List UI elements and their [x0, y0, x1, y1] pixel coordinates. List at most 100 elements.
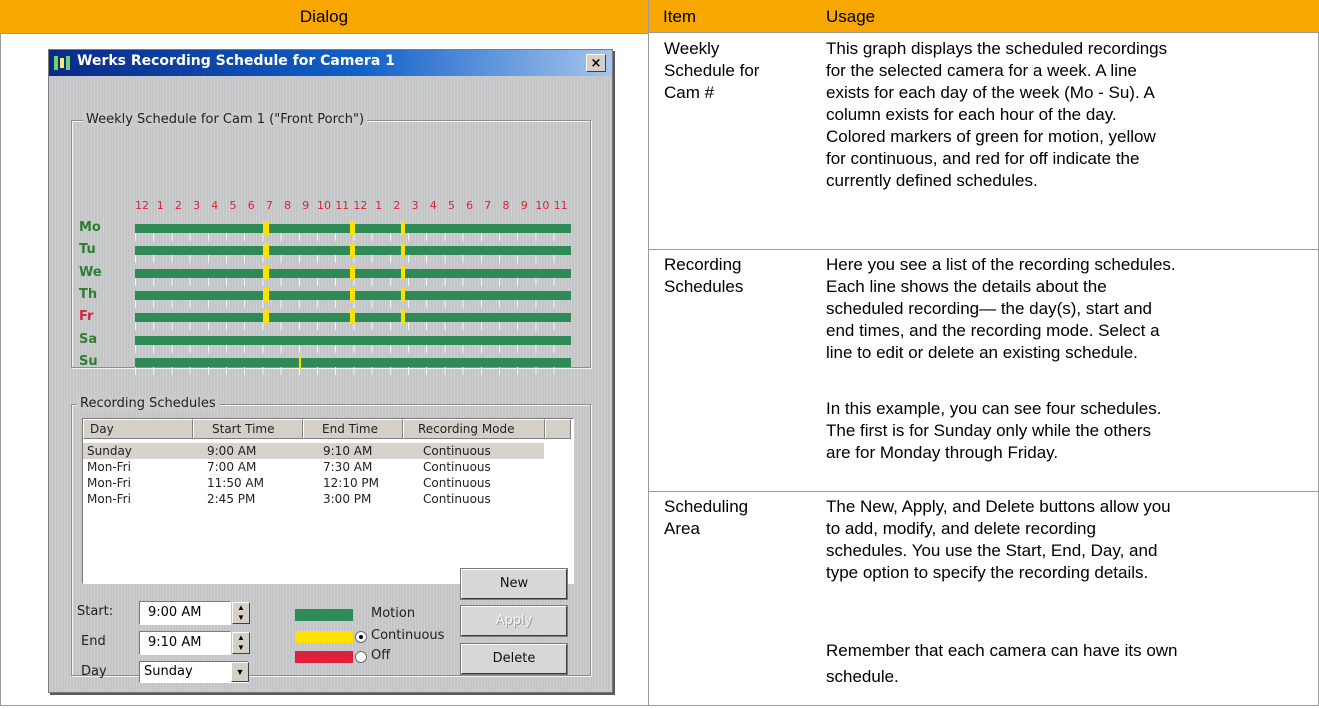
hour-label: 9: [302, 199, 310, 212]
usage-recording-example: In this example, you can see four schedu…: [826, 399, 1162, 462]
hour-label: 10: [317, 199, 331, 212]
continuous-marker: [401, 265, 405, 280]
column-end-time[interactable]: End Time: [303, 419, 403, 439]
continuous-marker: [350, 243, 355, 258]
start-time-field[interactable]: 9:00 AM: [139, 601, 231, 625]
cell-mode: Continuous: [423, 444, 491, 458]
end-label: End: [81, 634, 106, 649]
day-label-th: Th: [79, 286, 98, 302]
end-spin-icon[interactable]: ▲ ▼: [232, 632, 250, 654]
cell-end: 12:10 PM: [323, 476, 379, 490]
table-row[interactable]: Mon-Fri 11:50 AM 12:10 PM Continuous: [83, 475, 544, 491]
off-label: Off: [371, 648, 391, 663]
continuous-marker: [350, 287, 355, 302]
delete-button[interactable]: Delete: [461, 644, 567, 674]
day-label-mo: Mo: [79, 220, 101, 235]
hour-label: 3: [411, 199, 419, 212]
hour-label: 11: [553, 199, 568, 212]
weekly-schedule-group: [71, 120, 591, 368]
hour-label: 3: [193, 199, 201, 212]
usage-recording-schedules: Here you see a list of the recording sch…: [826, 255, 1176, 362]
usage-scheduling-area: The New, Apply, and Delete buttons allow…: [826, 497, 1171, 582]
hour-grid: [135, 366, 571, 375]
cell-mode: Continuous: [423, 492, 491, 506]
column-day[interactable]: Day: [83, 419, 193, 439]
schedule-bar-su[interactable]: [135, 357, 571, 367]
cell-start: 9:00 AM: [207, 444, 257, 458]
motion-label: Motion: [371, 606, 416, 621]
cell-mode: Continuous: [423, 460, 491, 474]
header-dialog: Dialog: [0, 0, 648, 34]
continuous-marker: [401, 221, 405, 235]
continuous-swatch: [295, 631, 353, 643]
cell-end: 3:00 PM: [323, 492, 372, 506]
hour-label: 7: [265, 199, 273, 212]
cell-day: Mon-Fri: [87, 476, 131, 490]
hour-grid: [135, 344, 571, 353]
column-start-time[interactable]: Start Time: [193, 419, 303, 439]
continuous-marker: [401, 287, 405, 302]
cell-start: 2:45 PM: [207, 492, 256, 506]
day-label: Day: [81, 664, 107, 679]
off-radio[interactable]: [355, 651, 367, 663]
cell-day: Sunday: [87, 444, 132, 458]
close-icon[interactable]: ×: [586, 54, 606, 72]
camera-app-icon: [53, 54, 71, 72]
day-label-we: We: [79, 264, 102, 280]
continuous-marker: [350, 310, 355, 325]
usage-scheduling-remember: Remember that each camera can have its o…: [826, 641, 1178, 686]
cell-day: Mon-Fri: [87, 460, 131, 474]
continuous-marker: [299, 354, 301, 369]
end-time-field[interactable]: 9:10 AM: [139, 631, 231, 655]
start-label: Start:: [77, 604, 114, 619]
continuous-marker: [263, 221, 269, 235]
hour-label: 4: [429, 199, 437, 212]
hour-label: 4: [211, 199, 219, 212]
row-divider: [649, 491, 1319, 492]
day-label-fr: Fr: [79, 309, 94, 325]
item-weekly-schedule: Weekly Schedule for Cam #: [664, 39, 760, 102]
continuous-marker: [350, 265, 355, 280]
table-divider: [648, 0, 649, 706]
table-row[interactable]: Mon-Fri 2:45 PM 3:00 PM Continuous: [83, 491, 544, 507]
cell-start: 7:00 AM: [207, 460, 257, 474]
hour-label: 1: [375, 199, 383, 212]
header-item: Item: [649, 0, 812, 33]
table-row[interactable]: Sunday 9:00 AM 9:10 AM Continuous: [83, 443, 544, 459]
title-bar[interactable]: Werks Recording Schedule for Camera 1 ×: [49, 50, 612, 76]
hour-label: 10: [535, 199, 550, 212]
header-usage: Usage: [812, 0, 1319, 33]
apply-button[interactable]: Apply: [461, 606, 567, 636]
cell-day: Mon-Fri: [87, 492, 131, 506]
continuous-radio[interactable]: [355, 631, 367, 643]
continuous-marker: [263, 243, 269, 258]
row-divider: [649, 249, 1319, 250]
continuous-marker: [401, 310, 405, 325]
hour-label: 7: [484, 199, 492, 212]
recording-schedules-label: Recording Schedules: [77, 396, 219, 411]
cell-mode: Continuous: [423, 476, 491, 490]
chevron-down-icon[interactable]: ▼: [231, 662, 249, 682]
start-spin-icon[interactable]: ▲ ▼: [232, 602, 250, 624]
day-label-tu: Tu: [79, 242, 96, 258]
continuous-marker: [263, 265, 269, 280]
hour-label: 5: [447, 199, 455, 212]
cell-end: 9:10 AM: [323, 444, 373, 458]
hour-label: 8: [284, 199, 292, 212]
off-swatch: [295, 651, 353, 663]
hour-label: 1: [156, 199, 164, 212]
hour-label: 11: [335, 199, 350, 212]
continuous-marker: [263, 310, 269, 325]
continuous-marker: [350, 221, 355, 235]
hour-label: 12: [135, 199, 149, 212]
new-button[interactable]: New: [461, 569, 567, 599]
continuous-label: Continuous: [371, 628, 445, 643]
schedule-list[interactable]: Day Start Time End Time Recording Mode S…: [82, 418, 574, 584]
column-recording-mode[interactable]: Recording Mode: [403, 419, 545, 439]
schedule-bar-sa[interactable]: [135, 335, 571, 345]
hour-label: 2: [174, 199, 182, 212]
usage-weekly-schedule: This graph displays the scheduled record…: [826, 39, 1168, 190]
table-row[interactable]: Mon-Fri 7:00 AM 7:30 AM Continuous: [83, 459, 544, 475]
table-border: [0, 705, 1319, 706]
recording-schedule-dialog: Werks Recording Schedule for Camera 1 × …: [48, 49, 613, 693]
